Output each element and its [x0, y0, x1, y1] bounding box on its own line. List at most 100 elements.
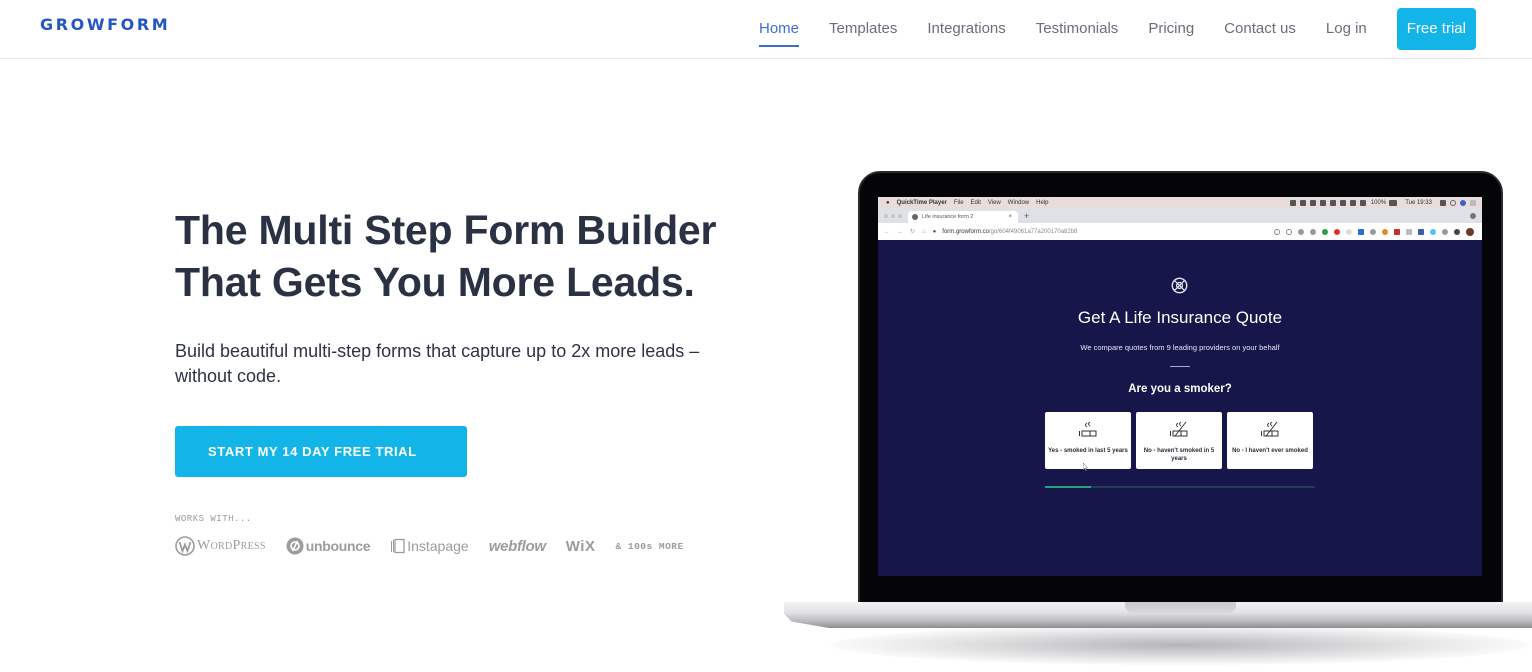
- nav-home[interactable]: Home: [759, 19, 800, 47]
- extension-icon: [1430, 228, 1436, 235]
- integration-logos: WordPress unbounce Instapage webflow WiX…: [175, 533, 704, 559]
- more-integrations-label: & 100s MORE: [615, 540, 684, 552]
- extension-icon: [1406, 228, 1412, 235]
- maximize-window-icon: [898, 214, 902, 218]
- status-icon: [1299, 200, 1306, 206]
- hero-title: The Multi Step Form Builder That Gets Yo…: [175, 204, 775, 308]
- main-nav: Home Templates Integrations Testimonials…: [759, 0, 1476, 58]
- minimize-window-icon: [891, 214, 895, 218]
- laptop-notch: [1125, 602, 1236, 613]
- lock-icon: ●: [932, 228, 937, 235]
- mac-menubar: ● QuickTime Player File Edit View Window…: [878, 197, 1482, 209]
- url-host: form.growform.co: [942, 228, 989, 235]
- extension-icon: [1334, 228, 1340, 235]
- site-header: GROWFORM Home Templates Integrations Tes…: [0, 0, 1532, 59]
- works-with-label: WORKS WITH...: [175, 514, 252, 524]
- nav-testimonials[interactable]: Testimonials: [1036, 19, 1119, 39]
- extension-icon: [1442, 228, 1448, 235]
- nav-pricing[interactable]: Pricing: [1148, 19, 1194, 39]
- new-tab-icon: +: [1024, 211, 1030, 221]
- form-progress-bar: [1045, 486, 1315, 488]
- status-icon: [1309, 200, 1316, 206]
- instapage-logo: Instapage: [390, 538, 469, 554]
- extension-icon: [1346, 228, 1352, 235]
- wifi-icon: [1359, 200, 1366, 206]
- free-trial-button[interactable]: Free trial: [1396, 8, 1476, 50]
- start-free-trial-button[interactable]: START MY 14 DAY FREE TRIAL: [175, 426, 467, 477]
- form-options: Yes - smoked in last 5 years No - haven'…: [1045, 412, 1318, 469]
- instapage-icon: [391, 538, 405, 554]
- option-label: Yes - smoked in last 5 years: [1048, 448, 1128, 454]
- menubar-status-icons: 100% Tue 19:33: [1286, 200, 1482, 206]
- laptop-shadow: [830, 625, 1530, 665]
- extension-icon: [1370, 228, 1376, 235]
- wordpress-logo: WordPress: [175, 536, 266, 556]
- forward-icon: →: [897, 229, 903, 235]
- battery-icon: [1389, 200, 1398, 206]
- siri-icon: [1460, 200, 1466, 206]
- hero-subtitle: Build beautiful multi-step forms that ca…: [175, 341, 700, 386]
- mouse-cursor-icon: [1083, 463, 1088, 471]
- nav-contact-us[interactable]: Contact us: [1224, 19, 1296, 39]
- option-never-smoked[interactable]: No - I haven't ever smoked: [1227, 412, 1313, 469]
- url-path: /go/604f49061a77a200170a82b8: [988, 228, 1078, 235]
- window-controls: [884, 214, 905, 218]
- hero-title-line-2: That Gets You More Leads.: [175, 259, 695, 305]
- status-icon: [1329, 200, 1336, 206]
- nav-integrations[interactable]: Integrations: [927, 19, 1005, 39]
- extension-icon: [1298, 228, 1304, 235]
- menubar-view: View: [987, 200, 1001, 206]
- status-icon: [1319, 200, 1326, 206]
- wordpress-icon: [175, 536, 195, 556]
- profile-avatar: [1466, 227, 1474, 236]
- smoking-icon: [1079, 421, 1097, 437]
- zoom-icon: [1274, 228, 1280, 235]
- home-icon: ⌂: [922, 229, 926, 235]
- menubar-clock: Tue 19:33: [1405, 200, 1432, 206]
- lifebuoy-icon: [1171, 277, 1188, 294]
- wordpress-label: WordPress: [197, 538, 266, 553]
- option-not-smoked-5-years[interactable]: No - haven't smoked in 5 years: [1136, 412, 1222, 469]
- option-label: No - haven't smoked in 5 years: [1143, 448, 1215, 462]
- extension-icon: [1394, 228, 1400, 235]
- nav-templates[interactable]: Templates: [829, 19, 897, 39]
- battery-percent: 100%: [1370, 200, 1387, 206]
- form-title: Get A Life Insurance Quote: [1077, 308, 1283, 327]
- puzzle-icon: [1454, 228, 1460, 235]
- hero-title-line-1: The Multi Step Form Builder: [175, 207, 717, 253]
- menubar-help: Help: [1036, 200, 1049, 206]
- growform-logo[interactable]: GROWFORM: [40, 15, 170, 34]
- close-tab-icon: ×: [1008, 214, 1012, 220]
- back-icon: ←: [884, 229, 890, 235]
- extension-icon: [1470, 213, 1476, 219]
- option-smoked-last-5-years[interactable]: Yes - smoked in last 5 years: [1045, 412, 1131, 469]
- extension-icon: [1322, 228, 1328, 235]
- menubar-file: File: [953, 200, 964, 206]
- no-smoking-icon: [1261, 421, 1279, 437]
- form-question: Are you a smoker?: [1128, 383, 1232, 395]
- laptop-screen: ● QuickTime Player File Edit View Window…: [878, 197, 1482, 576]
- star-icon: [1286, 228, 1292, 235]
- browser-tabbar: Life insurance form 2 × +: [878, 209, 1482, 223]
- close-window-icon: [884, 214, 888, 218]
- extension-icon: [1358, 228, 1364, 235]
- menubar-window: Window: [1007, 200, 1030, 206]
- form-progress-fill: [1045, 486, 1091, 488]
- browser-extension-icons: [1268, 227, 1482, 236]
- spotlight-icon: [1450, 200, 1456, 206]
- no-smoking-icon: [1170, 421, 1188, 437]
- browser-nav-icons: ← → ↻ ⌂: [884, 228, 933, 235]
- insurance-form: Get A Life Insurance Quote We compare qu…: [878, 240, 1482, 576]
- globe-icon: [912, 214, 918, 220]
- status-icon: [1339, 200, 1346, 206]
- extension-icon: [1382, 228, 1388, 235]
- apple-icon: ●: [886, 200, 890, 206]
- wix-logo: WiX: [565, 537, 596, 555]
- nav-log-in[interactable]: Log in: [1326, 19, 1367, 39]
- bluetooth-icon: [1349, 200, 1356, 206]
- unbounce-logo: unbounce: [286, 537, 371, 555]
- extension-icon: [1418, 228, 1424, 235]
- tab-title: Life insurance form 2: [922, 214, 974, 220]
- form-divider: [1170, 366, 1190, 367]
- user-icon: [1440, 200, 1446, 206]
